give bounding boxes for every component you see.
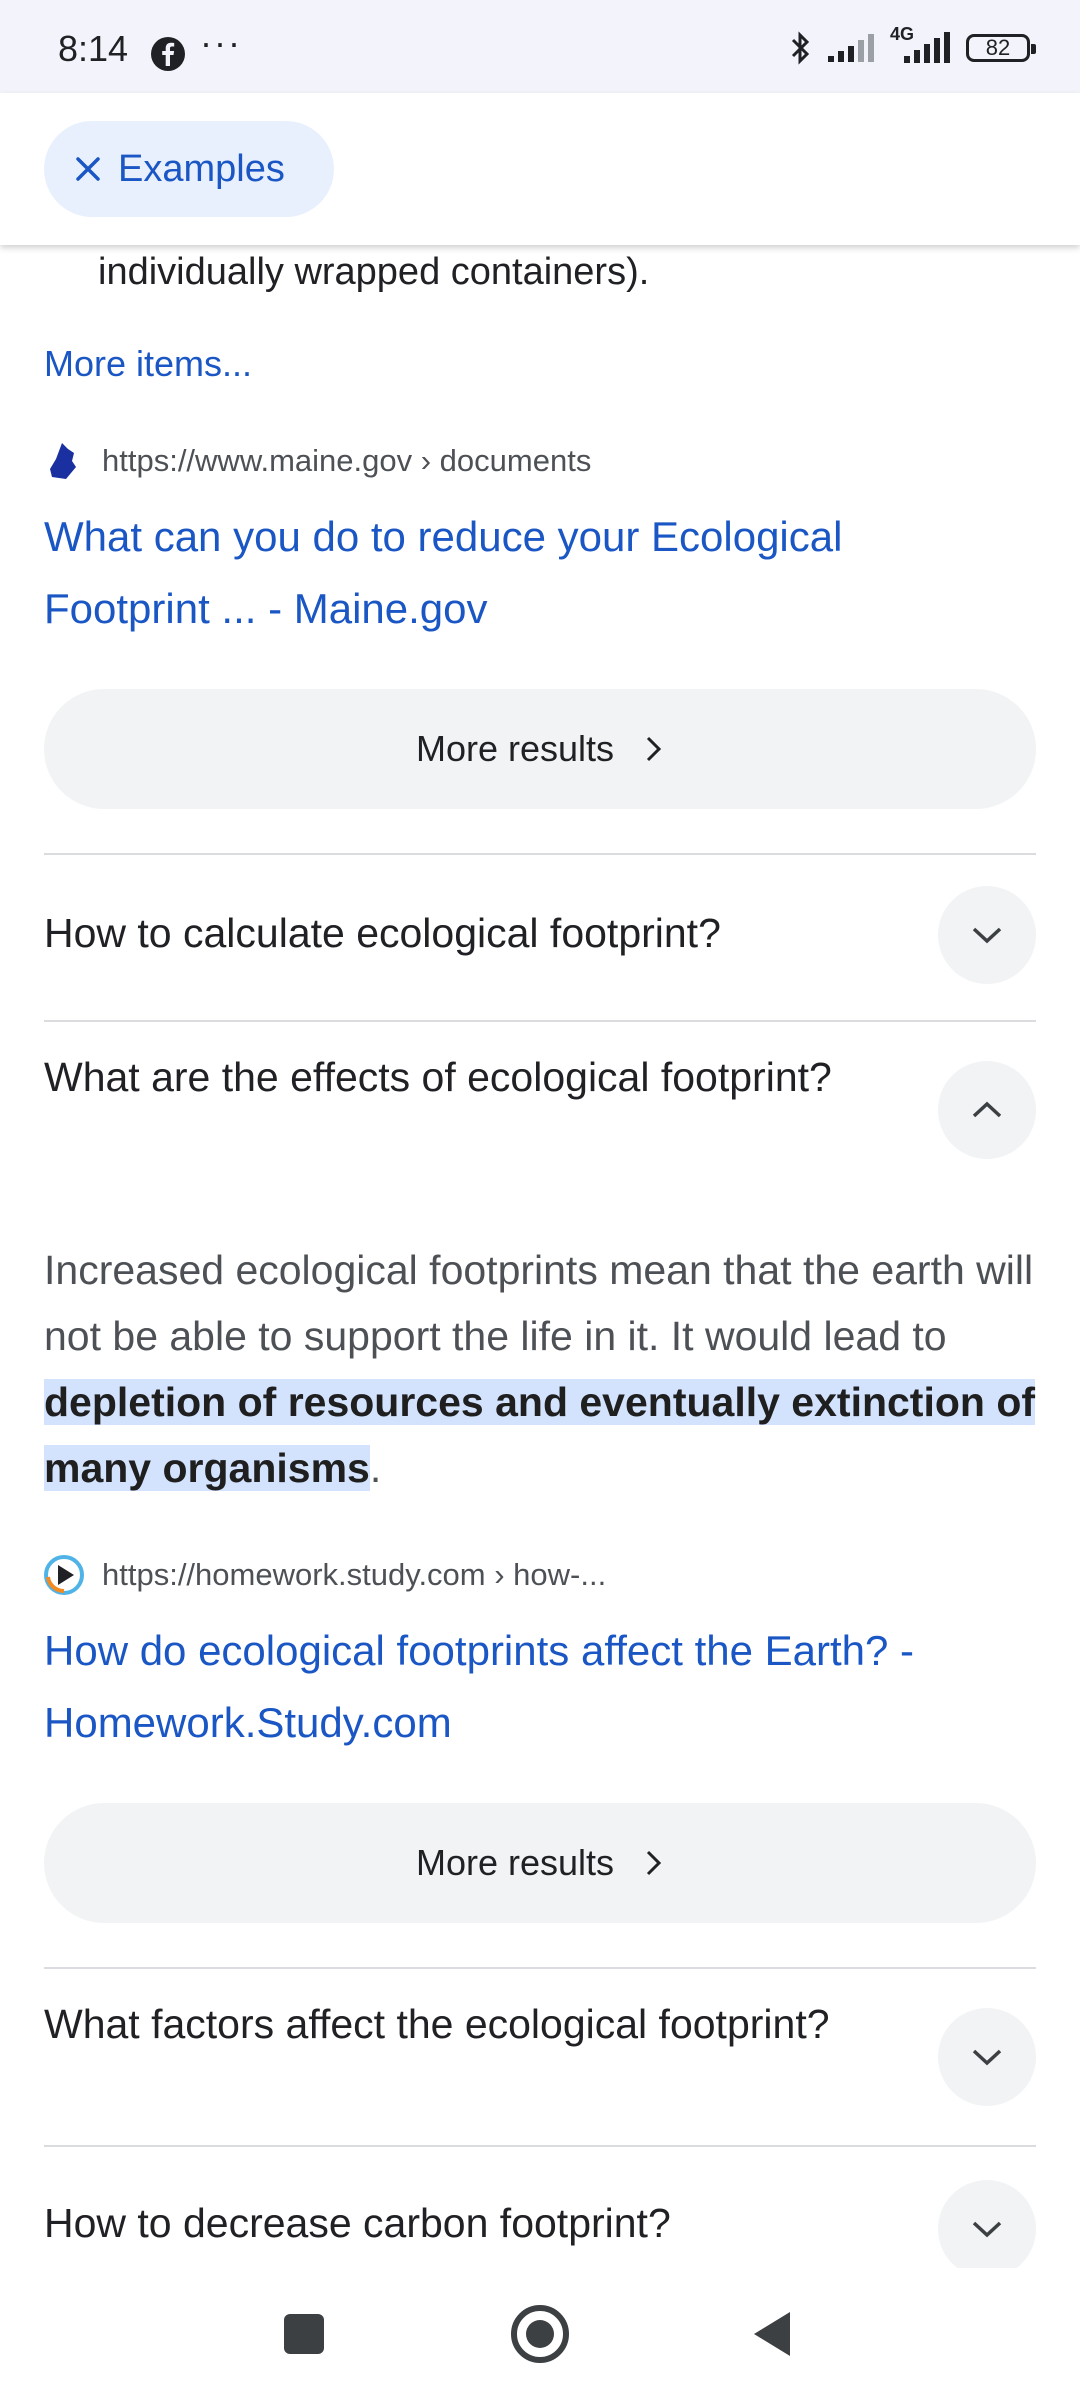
- faq-question[interactable]: How to decrease carbon footprint?: [44, 2195, 864, 2251]
- list-item-text: individually wrapped containers).: [98, 251, 650, 293]
- status-icons: 4G 82: [790, 24, 1036, 66]
- faq-question[interactable]: What factors affect the ecological footp…: [44, 1996, 864, 2052]
- maine-favicon-icon: [50, 443, 76, 479]
- faq-expand-button[interactable]: [938, 2180, 1036, 2278]
- examples-chip[interactable]: Examples: [44, 121, 334, 217]
- faq-question[interactable]: How to calculate ecological footprint?: [44, 905, 864, 961]
- chevron-right-icon: [646, 1850, 662, 1876]
- status-more-icon: ···: [200, 22, 242, 63]
- examples-chip-label: Examples: [118, 147, 285, 190]
- chevron-right-icon: [646, 736, 662, 762]
- divider: [44, 2145, 1036, 2147]
- chevron-up-icon: [972, 1101, 1002, 1118]
- navigation-bar: [0, 2268, 1080, 2400]
- faq-expand-button[interactable]: [938, 2008, 1036, 2106]
- status-bar: 8:14 ··· 4G 82: [0, 0, 1080, 93]
- battery-icon: 82: [966, 34, 1036, 62]
- top-bar: Examples: [0, 93, 1080, 245]
- battery-level: 82: [985, 35, 1011, 60]
- faq-expand-button[interactable]: [938, 886, 1036, 984]
- result-source-url: https://homework.study.com › how-...: [102, 1557, 607, 1592]
- signal-1-icon: [828, 34, 874, 62]
- result-title-link[interactable]: What can you do to reduce your Ecologica…: [44, 501, 1004, 645]
- divider: [44, 853, 1036, 855]
- back-button[interactable]: [754, 2312, 790, 2356]
- more-results-label: More results: [415, 1842, 615, 1883]
- navigation-buttons: [284, 2305, 790, 2363]
- status-time: 8:14: [58, 28, 129, 69]
- facebook-icon: [151, 37, 185, 71]
- divider: [44, 1967, 1036, 1969]
- study-favicon-icon: [44, 1555, 84, 1595]
- signal-2-icon: 4G: [890, 24, 952, 66]
- chevron-down-icon: [972, 2221, 1002, 2238]
- result-source[interactable]: https://www.maine.gov › documents: [44, 441, 591, 481]
- answer-end: .: [369, 1445, 382, 1491]
- more-results-label: More results: [415, 728, 615, 769]
- bluetooth-icon: [791, 31, 810, 65]
- chevron-down-icon: [972, 2049, 1002, 2066]
- result-source-url: https://www.maine.gov › documents: [102, 443, 592, 478]
- more-results-button[interactable]: More results: [44, 1803, 1036, 1923]
- faq-question[interactable]: What are the effects of ecological footp…: [44, 1049, 864, 1105]
- answer-highlight: depletion of resources and eventually ex…: [44, 1379, 1036, 1491]
- more-items-link[interactable]: More items...: [44, 343, 252, 385]
- recents-button[interactable]: [284, 2314, 324, 2354]
- more-results-button[interactable]: More results: [44, 689, 1036, 809]
- result-source[interactable]: https://homework.study.com › how-...: [44, 1555, 606, 1595]
- faq-collapse-button[interactable]: [938, 1061, 1036, 1159]
- divider: [44, 1020, 1036, 1022]
- close-icon: [76, 157, 100, 181]
- home-button[interactable]: [511, 2305, 569, 2363]
- chevron-down-icon: [972, 927, 1002, 944]
- faq-answer: Increased ecological footprints mean tha…: [44, 1237, 1036, 1501]
- result-title-link[interactable]: How do ecological footprints affect the …: [44, 1615, 1004, 1759]
- answer-text: Increased ecological footprints mean tha…: [44, 1247, 1034, 1359]
